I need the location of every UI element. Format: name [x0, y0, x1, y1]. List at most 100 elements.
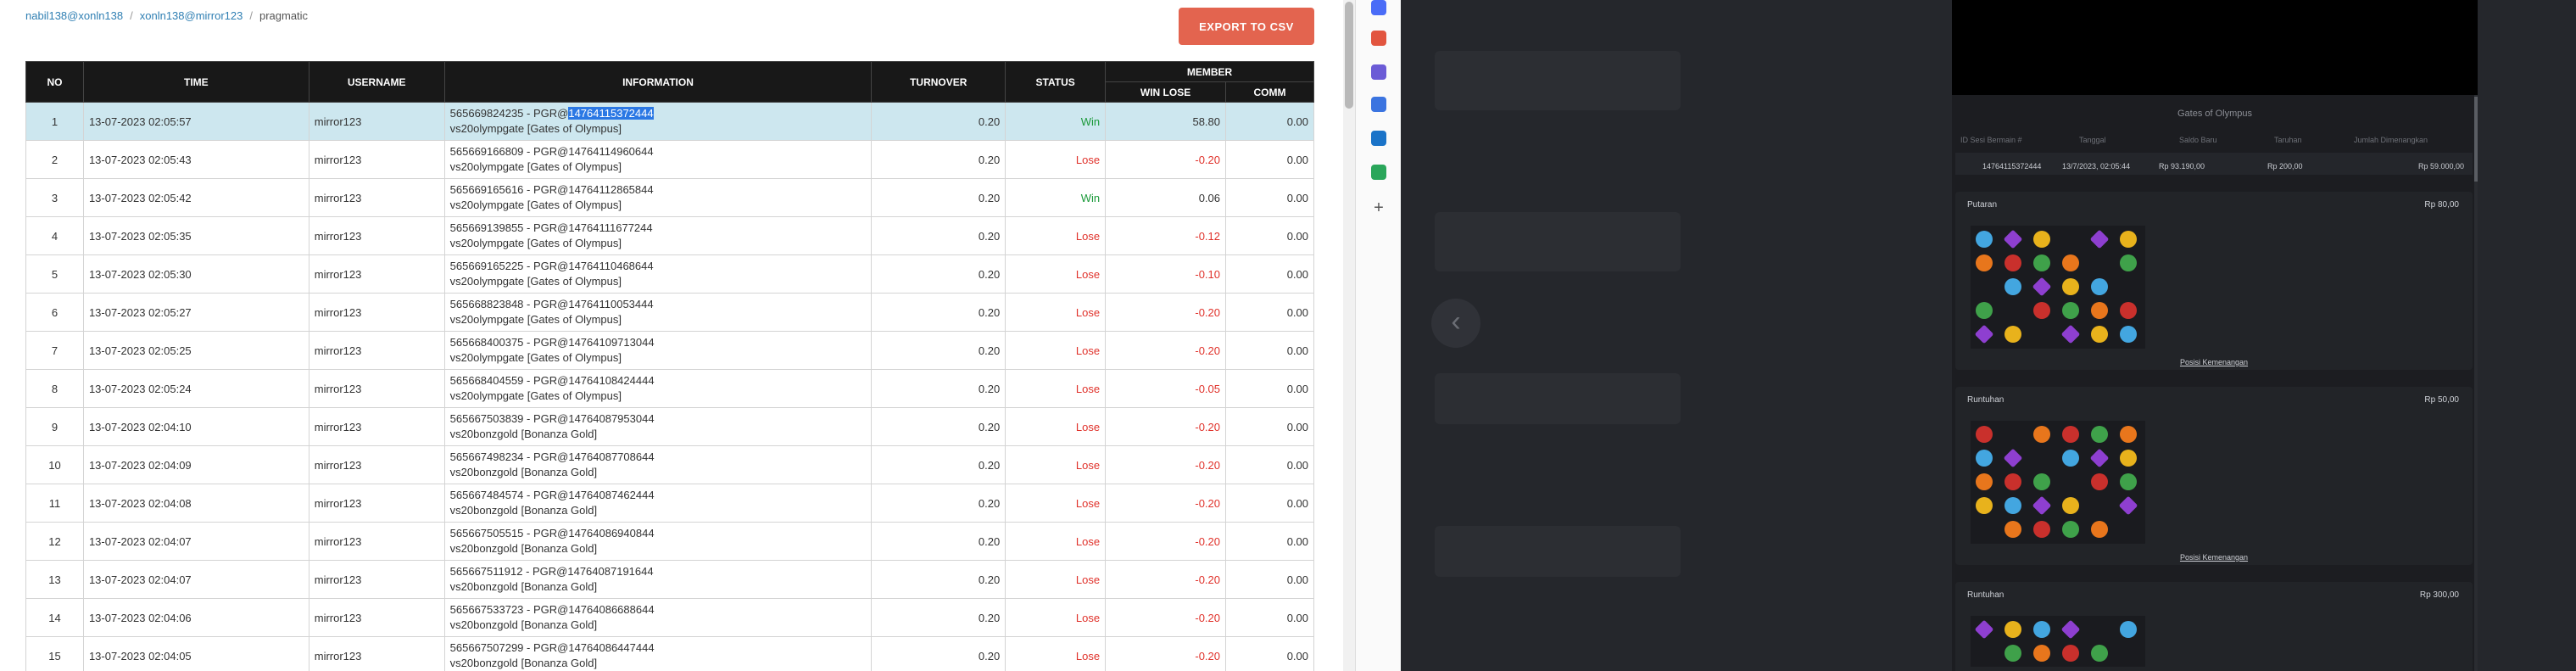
info-line-game: vs20bonzgold [Bonanza Gold]	[449, 466, 598, 478]
cell-username: mirror123	[308, 484, 445, 523]
cell-turnover: 0.20	[871, 369, 1006, 408]
cell-no: 13	[25, 560, 84, 599]
summary-header-session: ID Sesi Bermain #	[1960, 136, 2022, 144]
cart-icon[interactable]	[1371, 165, 1386, 180]
info-line-game: vs20olympgate [Gates of Olympus]	[449, 275, 622, 288]
gem-symbol	[2033, 254, 2050, 271]
gem-symbol	[1976, 497, 1993, 514]
cell-information: 565669166809 - PGR@14764114960644 vs20oly…	[443, 140, 873, 179]
table-row[interactable]: 1 13-07-2023 02:05:57 mirror123 56566982423…	[25, 102, 1314, 141]
page-scrollbar[interactable]	[1343, 0, 1355, 671]
gem-symbol	[2091, 521, 2108, 538]
cell-win-lose: -0.20	[1105, 522, 1227, 561]
table-row[interactable]: 5 13-07-2023 02:05:30 mirror123 56566916522…	[25, 254, 1314, 294]
export-csv-button[interactable]: EXPORT TO CSV	[1179, 8, 1314, 45]
info-line-bet: 565669165616 - PGR@14764112865844	[450, 182, 867, 198]
toolbox-icon[interactable]	[1371, 31, 1386, 46]
cell-no: 8	[25, 369, 84, 408]
scrollbar-thumb[interactable]	[2474, 97, 2478, 182]
plus-icon[interactable]: +	[1371, 199, 1386, 216]
reel-grid	[1971, 616, 2145, 667]
gem-symbol	[2033, 621, 2050, 638]
cell-comm: 0.00	[1225, 102, 1314, 141]
info-bet-id: 565669824235 - PGR@	[449, 107, 569, 120]
table-row[interactable]: 9 13-07-2023 02:04:10 mirror123 56566750383…	[25, 407, 1314, 446]
gem-symbol	[2062, 302, 2079, 319]
cell-win-lose: -0.20	[1105, 636, 1227, 671]
table-row[interactable]: 14 13-07-2023 02:04:06 mirror123 5656675337…	[25, 598, 1314, 637]
cell-no: 7	[25, 331, 84, 370]
chess-icon[interactable]	[1371, 64, 1386, 80]
info-line-bet: 565667484574 - PGR@14764087462444	[450, 488, 867, 503]
cell-no: 15	[25, 636, 84, 671]
cell-no: 10	[25, 445, 84, 484]
col-status: STATUS	[1005, 61, 1107, 103]
info-bet-id: 565668404559 - PGR@14764108424444	[449, 374, 655, 387]
cell-win-lose: -0.05	[1105, 369, 1227, 408]
info-line-bet: 565667503839 - PGR@14764087953044	[450, 411, 867, 427]
gem-symbol	[2004, 521, 2021, 538]
cell-turnover: 0.20	[871, 178, 1006, 217]
cell-username: mirror123	[308, 216, 445, 255]
gem-symbol	[2033, 521, 2050, 538]
gem-symbol	[2091, 473, 2108, 490]
table-row[interactable]: 2 13-07-2023 02:05:43 mirror123 56566916680…	[25, 140, 1314, 179]
cell-username: mirror123	[308, 598, 445, 637]
cell-username: mirror123	[308, 293, 445, 332]
table-row[interactable]: 3 13-07-2023 02:05:42 mirror123 56566916561…	[25, 178, 1314, 217]
shield-icon[interactable]	[1371, 97, 1386, 112]
chevron-left-icon[interactable]: ‹	[1431, 299, 1480, 348]
breadcrumb-item-member[interactable]: xonln138@mirror123	[140, 9, 243, 22]
cell-username: mirror123	[308, 102, 445, 141]
cell-information: 565667503839 - PGR@14764087953044 vs20bon…	[443, 407, 873, 446]
info-bet-id: 565669139855 - PGR@14764111677244	[449, 221, 653, 234]
gem-symbol	[2033, 473, 2050, 490]
winning-position-link[interactable]: Posisi Kemenangan	[1955, 358, 2473, 366]
table-row[interactable]: 6 13-07-2023 02:05:27 mirror123 56566882384…	[25, 293, 1314, 332]
game-panel-scrollbar[interactable]	[2474, 95, 2478, 671]
breadcrumb-item-provider: pragmatic	[259, 9, 309, 22]
info-line-game: vs20bonzgold [Bonanza Gold]	[449, 428, 598, 440]
table-row[interactable]: 12 13-07-2023 02:04:07 mirror123 5656675055…	[25, 522, 1314, 561]
history-pane: nabil138@xonln138 / xonln138@mirror123 / pra…	[0, 0, 1348, 671]
cell-comm: 0.00	[1225, 407, 1314, 446]
summary-header-balance: Saldo Baru	[2179, 136, 2217, 144]
blurred-card	[1435, 373, 1681, 424]
table-row[interactable]: 15 13-07-2023 02:04:05 mirror123 5656675072…	[25, 636, 1314, 671]
cell-status: Lose	[1005, 484, 1107, 523]
table-row[interactable]: 10 13-07-2023 02:04:09 mirror123 5656674982…	[25, 445, 1314, 484]
cell-status: Lose	[1005, 522, 1107, 561]
cell-turnover: 0.20	[871, 216, 1006, 255]
round-label: Runtuhan	[1967, 395, 2004, 405]
table-row[interactable]: 4 13-07-2023 02:05:35 mirror123 56566913985…	[25, 216, 1314, 255]
round-card: Runtuhan Rp 300,00	[1955, 582, 2473, 671]
cell-no: 2	[25, 140, 84, 179]
scrollbar-thumb[interactable]	[1345, 2, 1353, 109]
info-bet-id: 565668400375 - PGR@14764109713044	[449, 336, 655, 349]
table-row[interactable]: 8 13-07-2023 02:05:24 mirror123 56566840455…	[25, 369, 1314, 408]
table-row[interactable]: 13 13-07-2023 02:04:07 mirror123 5656675119…	[25, 560, 1314, 599]
table-row[interactable]: 11 13-07-2023 02:04:08 mirror123 5656674845…	[25, 484, 1314, 523]
gem-symbol	[2060, 324, 2081, 344]
cell-status: Lose	[1005, 254, 1107, 294]
info-line-game: vs20bonzgold [Bonanza Gold]	[449, 657, 598, 669]
col-no: NO	[25, 61, 84, 103]
table-row[interactable]: 7 13-07-2023 02:05:25 mirror123 56566840037…	[25, 331, 1314, 370]
info-line-bet: 565667498234 - PGR@14764087708644	[450, 450, 867, 465]
cell-comm: 0.00	[1225, 598, 1314, 637]
summary-date: 13/7/2023, 02:05:44	[2062, 162, 2131, 171]
cell-turnover: 0.20	[871, 598, 1006, 637]
diamond-icon[interactable]	[1371, 0, 1386, 15]
cell-username: mirror123	[308, 140, 445, 179]
gem-symbol	[2004, 254, 2021, 271]
outlook-icon[interactable]	[1371, 131, 1386, 146]
cell-turnover: 0.20	[871, 407, 1006, 446]
round-card: Putaran Rp 80,00 Posisi Kemenangan	[1955, 192, 2473, 370]
cell-turnover: 0.20	[871, 102, 1006, 141]
breadcrumb-item-agent[interactable]: nabil138@xonln138	[25, 9, 123, 22]
cell-time: 13-07-2023 02:05:27	[82, 293, 309, 332]
gem-symbol	[1976, 302, 1993, 319]
summary-win: Rp 59.000,00	[2418, 162, 2465, 171]
winning-position-link[interactable]: Posisi Kemenangan	[1955, 553, 2473, 562]
gem-symbol	[2120, 231, 2137, 248]
